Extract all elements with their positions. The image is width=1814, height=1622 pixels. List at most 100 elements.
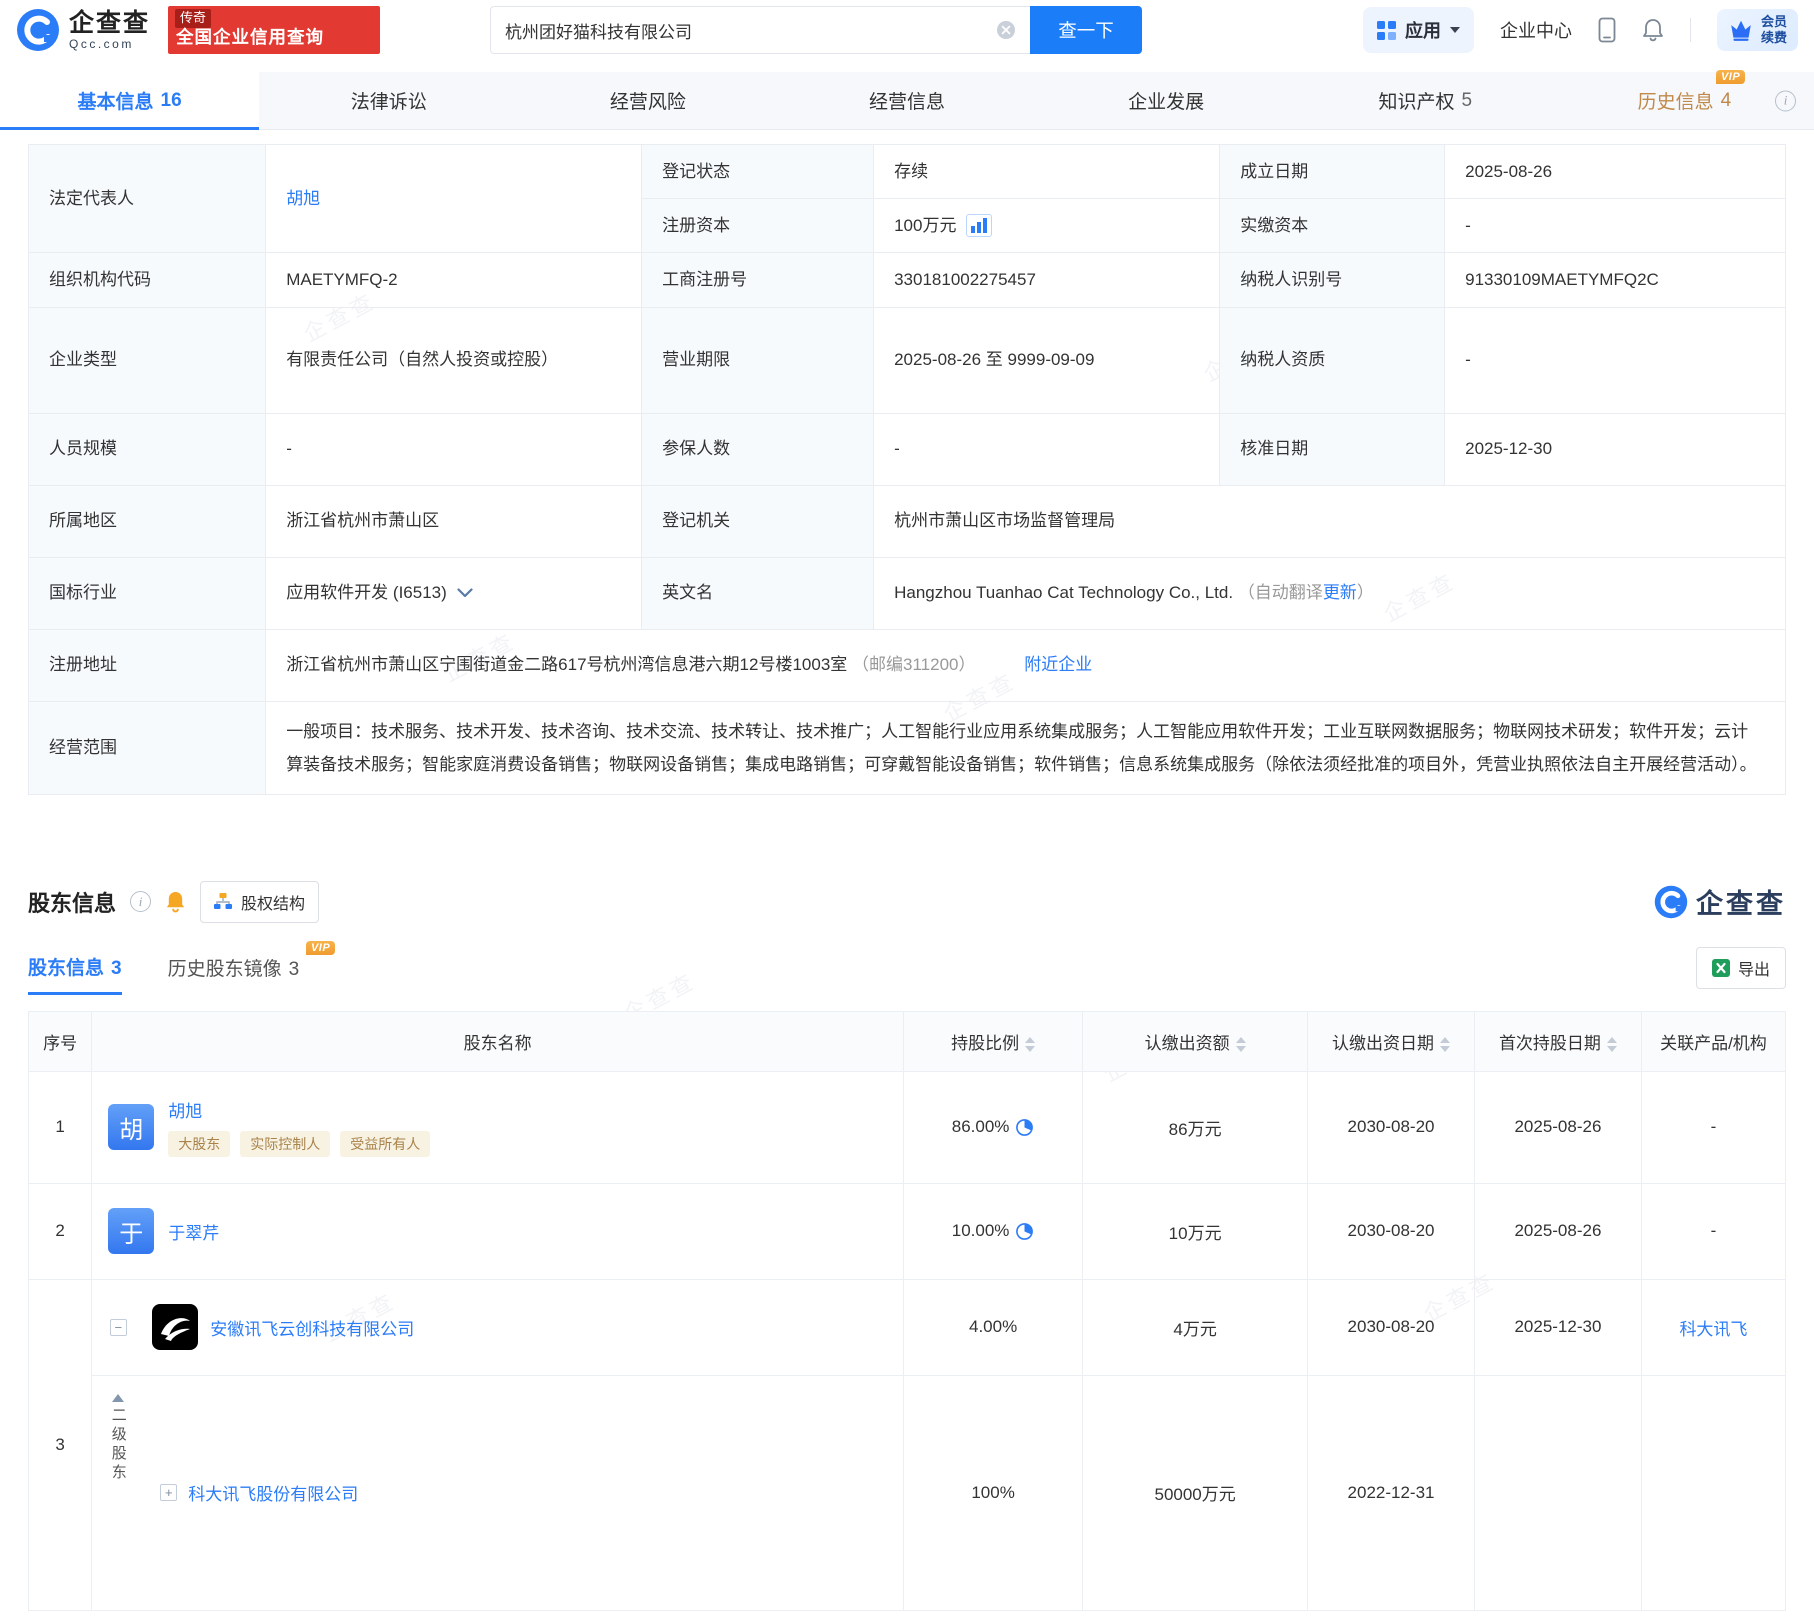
- subscribed-date: 2030-08-20: [1308, 1183, 1475, 1279]
- tab-label: 历史信息: [1638, 87, 1714, 114]
- tab-label: 经营风险: [610, 87, 686, 114]
- postal-code: （邮编311200）: [852, 655, 975, 674]
- vip-renew-button[interactable]: 会员 续费: [1717, 9, 1798, 50]
- pie-chart-icon[interactable]: [1015, 1118, 1034, 1137]
- tax-id-value: 91330109MAETYMFQ2C: [1445, 253, 1786, 307]
- status-badge: 受益所有人: [340, 1131, 430, 1157]
- tab-history-shareholders[interactable]: 历史股东镜像3 VIP: [168, 954, 300, 993]
- row-index: 3: [29, 1279, 92, 1610]
- field-label: 参保人数: [642, 413, 874, 485]
- tab-bar-info-icon[interactable]: [1775, 90, 1796, 111]
- iflytek-logo: [152, 1304, 198, 1350]
- field-label: 组织机构代码: [29, 253, 266, 307]
- collapse-up-icon[interactable]: [112, 1394, 124, 1402]
- main-tab-bar: 基本信息 16 法律诉讼 经营风险 经营信息 企业发展 知识产权 5 历史信息 …: [0, 72, 1814, 130]
- tab-label: 历史股东镜像: [168, 959, 282, 980]
- tab-legal-proceedings[interactable]: 法律诉讼: [259, 72, 518, 129]
- vip-badge: VIP: [306, 941, 335, 955]
- authority-value: 杭州市萧山区市场监督管理局: [874, 485, 1786, 557]
- address-value: 浙江省杭州市萧山区宁围街道金二路617号杭州湾信息港六期12号楼1003室: [286, 655, 847, 674]
- translate-refresh-link[interactable]: 更新: [1323, 583, 1357, 602]
- qcc-brand-mark: 企查查: [1654, 882, 1786, 921]
- org-code-value: MAETYMFQ-2: [266, 253, 642, 307]
- field-label: 注册地址: [29, 629, 266, 701]
- apps-menu[interactable]: 应用: [1363, 7, 1474, 53]
- search-button[interactable]: 查一下: [1030, 6, 1142, 54]
- tab-operating-risk[interactable]: 经营风险: [518, 72, 777, 129]
- capital-chart-icon[interactable]: [966, 214, 992, 237]
- col-related-products: 关联产品/机构: [1641, 1011, 1785, 1071]
- excel-icon: [1712, 959, 1730, 977]
- divider: [1690, 18, 1691, 42]
- reg-status-value: 存续: [874, 145, 1220, 199]
- related-product-link[interactable]: 科大讯飞: [1679, 1320, 1747, 1339]
- tab-label: 企业发展: [1128, 87, 1204, 114]
- clear-search-icon[interactable]: [996, 20, 1016, 40]
- expand-toggle[interactable]: [160, 1484, 177, 1501]
- mobile-app-icon[interactable]: [1598, 17, 1616, 43]
- avatar[interactable]: 胡: [108, 1104, 154, 1150]
- promo-banner[interactable]: 传奇 全国企业信用查询: [168, 6, 380, 54]
- shareholders-title: 股东信息: [28, 886, 116, 918]
- ratio-value: 4.00%: [903, 1279, 1082, 1375]
- notification-bell-icon[interactable]: [1642, 18, 1664, 42]
- search-input[interactable]: [505, 20, 996, 40]
- tab-company-development[interactable]: 企业发展: [1037, 72, 1296, 129]
- nearby-companies-link[interactable]: 附近企业: [1024, 655, 1092, 674]
- en-name-value: Hangzhou Tuanhao Cat Technology Co., Ltd…: [894, 583, 1233, 602]
- legal-rep-link[interactable]: 胡旭: [286, 189, 320, 208]
- tab-count: 5: [1461, 90, 1472, 112]
- qcc-logo[interactable]: 企查查 Qcc.com: [16, 8, 150, 52]
- shareholder-link[interactable]: 胡旭: [168, 1102, 202, 1121]
- apps-label: 应用: [1405, 17, 1441, 43]
- equity-structure-button[interactable]: 股权结构: [200, 881, 319, 923]
- industry-expand-icon[interactable]: [457, 588, 473, 598]
- status-badge: 实际控制人: [240, 1131, 330, 1157]
- field-label: 法定代表人: [29, 145, 266, 253]
- tab-label: 经营信息: [869, 87, 945, 114]
- translate-note-close: ）: [1357, 583, 1374, 602]
- first-holding-date: 2025-08-26: [1474, 1183, 1641, 1279]
- tab-label: 基本信息: [77, 87, 153, 114]
- tax-qual-value: -: [1445, 307, 1786, 413]
- tab-current-shareholders[interactable]: 股东信息 3: [28, 953, 122, 995]
- enterprise-center-link[interactable]: 企业中心: [1500, 17, 1572, 43]
- export-label: 导出: [1738, 956, 1770, 980]
- tab-operating-info[interactable]: 经营信息: [777, 72, 1036, 129]
- field-label: 工商注册号: [642, 253, 874, 307]
- translate-note: （自动翻译: [1238, 583, 1323, 602]
- shareholder-link[interactable]: 安徽讯飞云创科技有限公司: [210, 1315, 414, 1340]
- tab-label: 股东信息: [28, 958, 104, 979]
- search-bar: 查一下: [490, 6, 1142, 54]
- shareholders-info-icon[interactable]: [130, 891, 151, 912]
- level-label: 二级股东: [108, 1407, 129, 1483]
- tab-intellectual-property[interactable]: 知识产权 5: [1296, 72, 1555, 129]
- vip-label-line2: 续费: [1761, 30, 1787, 46]
- col-subscribed-date[interactable]: 认缴出资日期: [1308, 1011, 1475, 1071]
- col-subscribed-amount[interactable]: 认缴出资额: [1083, 1011, 1308, 1071]
- est-date-value: 2025-08-26: [1445, 145, 1786, 199]
- term-value: 2025-08-26 至 9999-09-09: [874, 307, 1220, 413]
- col-first-holding-date[interactable]: 首次持股日期: [1474, 1011, 1641, 1071]
- insured-value: -: [874, 413, 1220, 485]
- promo-banner-text: 全国企业信用查询: [176, 24, 324, 49]
- field-label: 实缴资本: [1220, 199, 1445, 253]
- region-value: 浙江省杭州市萧山区: [266, 485, 642, 557]
- pie-chart-icon[interactable]: [1015, 1222, 1034, 1241]
- subscribe-bell-icon[interactable]: [165, 890, 186, 913]
- status-badge: 大股东: [168, 1131, 230, 1157]
- avatar[interactable]: 于: [108, 1208, 154, 1254]
- tab-label: 法律诉讼: [351, 87, 427, 114]
- tab-count: 3: [111, 958, 122, 979]
- tab-count: 4: [1721, 90, 1732, 112]
- export-button[interactable]: 导出: [1696, 947, 1786, 989]
- shareholder-link[interactable]: 科大讯飞股份有限公司: [188, 1480, 358, 1505]
- field-label: 纳税人资质: [1220, 307, 1445, 413]
- logo-title: 企查查: [69, 10, 150, 36]
- col-ratio[interactable]: 持股比例: [903, 1011, 1082, 1071]
- staff-value: -: [266, 413, 642, 485]
- collapse-toggle[interactable]: [110, 1319, 127, 1336]
- shareholders-section: 股东信息 股权结构: [28, 881, 1786, 1611]
- shareholder-link[interactable]: 于翠芹: [168, 1219, 219, 1244]
- tab-basic-info[interactable]: 基本信息 16: [0, 72, 259, 129]
